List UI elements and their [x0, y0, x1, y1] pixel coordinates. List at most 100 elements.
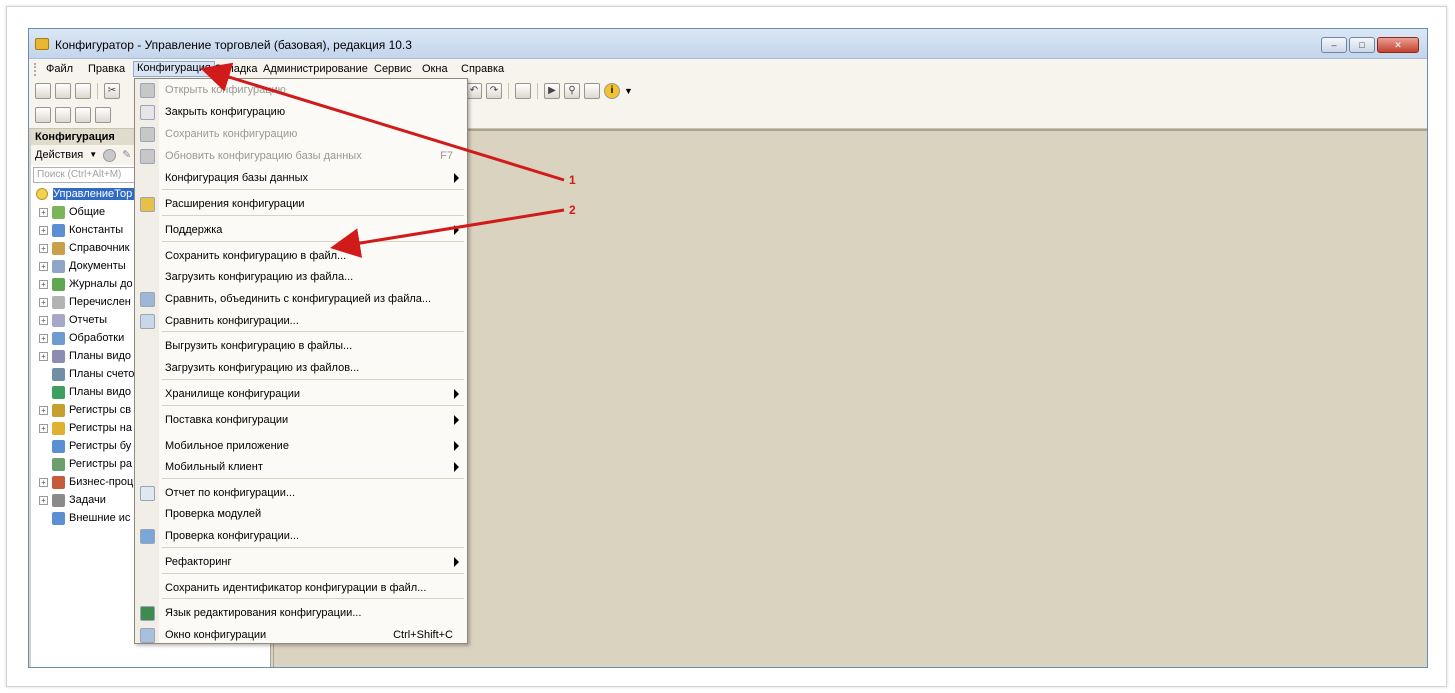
- window-title: Конфигуратор - Управление торговлей (баз…: [55, 38, 412, 52]
- journals-icon: [52, 277, 65, 291]
- submenu-arrow-icon: [454, 225, 459, 235]
- expand-toggle[interactable]: +: [39, 423, 48, 433]
- menu-item[interactable]: Загрузить конфигурацию из файлов...: [135, 358, 467, 380]
- accounting-registers-icon: [52, 439, 65, 453]
- window-icon[interactable]: [515, 83, 531, 99]
- tree-item-label: Бизнес-проц: [69, 476, 134, 488]
- menu-item[interactable]: Хранилище конфигурации: [135, 384, 467, 406]
- expand-toggle[interactable]: +: [39, 225, 48, 235]
- menu-item[interactable]: Проверка конфигурации...: [135, 526, 467, 548]
- menu-edit[interactable]: Правка: [85, 62, 128, 77]
- open-icon[interactable]: [55, 83, 71, 99]
- menu-item[interactable]: Сравнить конфигурации...: [135, 311, 467, 333]
- menu-item-label: Обновить конфигурацию базы данных: [165, 150, 362, 162]
- undo-icon[interactable]: ↶: [466, 83, 482, 99]
- expand-toggle[interactable]: +: [39, 207, 48, 217]
- menu-item[interactable]: Мобильное приложение: [135, 436, 467, 458]
- menu-debug[interactable]: Отладка: [211, 62, 260, 77]
- add-icon[interactable]: [103, 148, 117, 162]
- menu-item[interactable]: Поддержка: [135, 220, 467, 242]
- expand-toggle[interactable]: +: [39, 315, 48, 325]
- chevron-down-icon[interactable]: ▼: [89, 145, 97, 165]
- menu-item[interactable]: Окно конфигурации Ctrl+Shift+C: [135, 625, 467, 647]
- cut-icon[interactable]: ✂: [104, 83, 120, 99]
- submenu-arrow-icon: [454, 441, 459, 451]
- annotation-label-1: 1: [569, 173, 576, 187]
- redo-icon[interactable]: ↷: [486, 83, 502, 99]
- expand-toggle[interactable]: +: [39, 297, 48, 307]
- config-tree-icon[interactable]: [35, 107, 51, 123]
- expand-toggle[interactable]: +: [39, 243, 48, 253]
- maximize-button[interactable]: □: [1349, 37, 1375, 53]
- menu-windows[interactable]: Окна: [419, 62, 451, 77]
- expand-toggle[interactable]: +: [39, 261, 48, 271]
- menu-service[interactable]: Сервис: [371, 62, 415, 77]
- minimize-button[interactable]: –: [1321, 37, 1347, 53]
- menu-item[interactable]: Закрыть конфигурацию: [135, 102, 467, 124]
- tree-item-label: Регистры на: [69, 422, 132, 434]
- menu-configuration[interactable]: Конфигурация: [133, 61, 215, 77]
- menu-item[interactable]: Отчет по конфигурации...: [135, 483, 467, 505]
- expand-toggle[interactable]: +: [39, 351, 48, 361]
- menu-item-label: Сохранить идентификатор конфигурации в ф…: [165, 582, 427, 594]
- menu-item[interactable]: Сохранить конфигурацию в файл...: [135, 246, 467, 268]
- menu-item[interactable]: Расширения конфигурации: [135, 194, 467, 216]
- menu-item[interactable]: Проверка модулей: [135, 504, 467, 526]
- expand-toggle[interactable]: +: [39, 495, 48, 505]
- app-icon: [35, 38, 49, 50]
- menu-item[interactable]: Рефакторинг: [135, 552, 467, 574]
- tree-item-label: Константы: [69, 224, 124, 236]
- menu-help[interactable]: Справка: [458, 62, 507, 77]
- menu-item[interactable]: Язык редактирования конфигурации...: [135, 603, 467, 625]
- expand-placeholder: [39, 387, 48, 397]
- info-icon[interactable]: i: [604, 83, 620, 99]
- menu-separator: [162, 379, 464, 380]
- menu-item[interactable]: Обновить конфигурацию базы данных F7: [135, 146, 467, 168]
- properties-icon[interactable]: [95, 107, 111, 123]
- menu-item[interactable]: Загрузить конфигурацию из файла...: [135, 267, 467, 289]
- config-db-icon[interactable]: [55, 107, 71, 123]
- toolbar-configuration: [35, 105, 111, 125]
- tree-root-label[interactable]: УправлениеТор: [53, 188, 136, 200]
- menu-item[interactable]: Сохранить идентификатор конфигурации в ф…: [135, 578, 467, 600]
- menu-item[interactable]: Сравнить, объединить с конфигурацией из …: [135, 289, 467, 311]
- menu-item-label: Поставка конфигурации: [165, 414, 289, 426]
- expand-toggle[interactable]: +: [39, 405, 48, 415]
- menu-item[interactable]: Сохранить конфигурацию: [135, 124, 467, 146]
- documents-icon: [52, 259, 65, 273]
- menu-item[interactable]: Открыть конфигурацию: [135, 80, 467, 102]
- expand-placeholder: [39, 513, 48, 523]
- menu-item[interactable]: Поставка конфигурации: [135, 410, 467, 432]
- tree-item-label: Отчеты: [69, 314, 108, 326]
- menu-item[interactable]: Выгрузить конфигурацию в файлы...: [135, 336, 467, 358]
- chevron-down-icon[interactable]: ▼: [624, 86, 633, 96]
- new-icon[interactable]: [35, 83, 51, 99]
- tree-item-label: Регистры ра: [69, 458, 132, 470]
- info-registers-icon: [52, 403, 65, 417]
- expand-toggle[interactable]: +: [39, 477, 48, 487]
- syntax-help-icon[interactable]: [584, 83, 600, 99]
- search-icon[interactable]: ⚲: [564, 83, 580, 99]
- menu-separator: [162, 331, 464, 332]
- save-icon[interactable]: [75, 83, 91, 99]
- submenu-arrow-icon: [454, 462, 459, 472]
- toolbar-separator: [537, 83, 538, 99]
- expand-toggle[interactable]: +: [39, 333, 48, 343]
- menu-item[interactable]: Конфигурация базы данных: [135, 168, 467, 190]
- menu-item[interactable]: Мобильный клиент: [135, 457, 467, 479]
- business-process-icon: [52, 475, 65, 489]
- menu-administration[interactable]: Администрирование: [260, 62, 371, 77]
- debug-run-icon[interactable]: ▶: [544, 83, 560, 99]
- actions-menu[interactable]: Действия: [35, 145, 83, 165]
- update-icon[interactable]: [75, 107, 91, 123]
- menu-item-label: Расширения конфигурации: [165, 198, 305, 210]
- edit-icon[interactable]: ✎: [122, 145, 131, 165]
- menu-separator: [162, 215, 464, 216]
- menu-file[interactable]: Файл: [43, 62, 76, 77]
- close-button[interactable]: ✕: [1377, 37, 1419, 53]
- menu-item-label: Загрузить конфигурацию из файлов...: [165, 362, 360, 374]
- menubar-grip[interactable]: [34, 63, 36, 76]
- calc-registers-icon: [52, 457, 65, 471]
- expand-toggle[interactable]: +: [39, 279, 48, 289]
- menu-bar: Файл Правка Конфигурация Отладка Админис…: [29, 59, 1427, 79]
